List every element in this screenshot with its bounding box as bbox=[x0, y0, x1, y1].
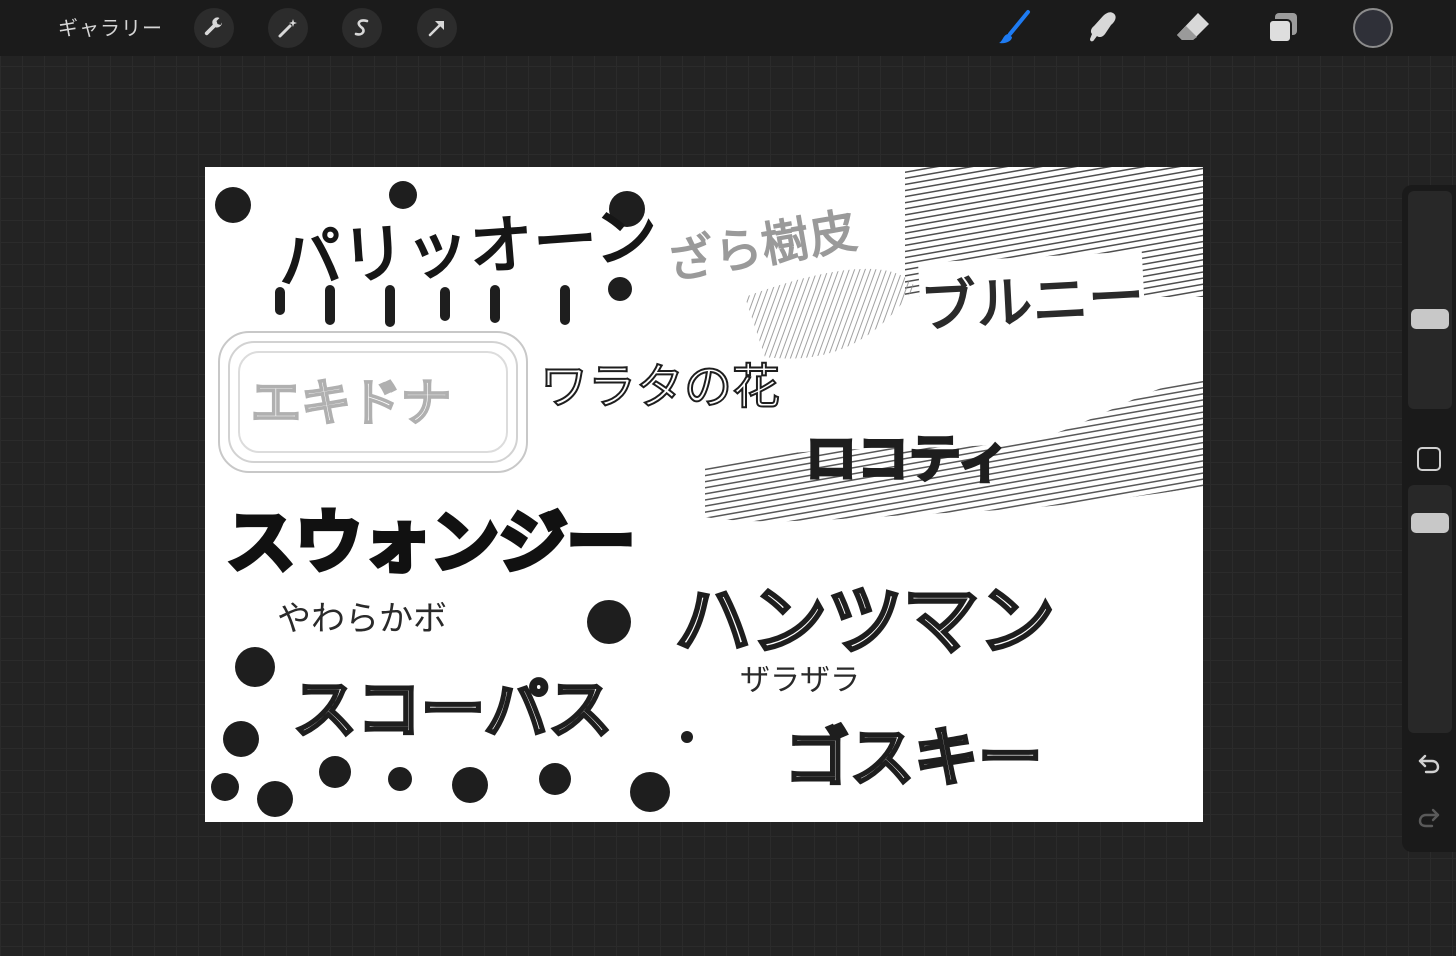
selection-button[interactable] bbox=[342, 8, 382, 48]
layers-icon bbox=[1268, 13, 1297, 43]
lettering-scopus: スコーパス bbox=[291, 673, 613, 750]
brush-tool[interactable] bbox=[992, 6, 1036, 50]
color-picker-button[interactable] bbox=[1353, 8, 1393, 48]
lettering-gosukii: ゴスキー bbox=[783, 721, 1043, 798]
square-modify-icon[interactable] bbox=[1417, 447, 1441, 471]
brush-size-slider[interactable] bbox=[1408, 191, 1452, 409]
lettering-yawarakabo: やわらかボ bbox=[277, 599, 447, 639]
actions-button[interactable] bbox=[194, 8, 234, 48]
redo-icon bbox=[1418, 808, 1440, 828]
eraser-icon bbox=[1177, 13, 1209, 40]
opacity-thumb[interactable] bbox=[1411, 513, 1449, 533]
undo-icon bbox=[1418, 754, 1440, 774]
smudge-icon bbox=[1090, 12, 1116, 42]
selection-s-icon bbox=[354, 19, 369, 36]
opacity-slider[interactable] bbox=[1408, 485, 1452, 733]
lettering-rokoti: ロコティ bbox=[804, 429, 1012, 492]
adjustments-button[interactable] bbox=[268, 8, 308, 48]
lettering-waratah: ワラタの花 bbox=[539, 358, 781, 416]
lettering-swansea: スウォンジー bbox=[224, 502, 637, 586]
brush-sidebar bbox=[1402, 185, 1456, 852]
transform-button[interactable] bbox=[417, 8, 457, 48]
brush-icon bbox=[999, 10, 1030, 44]
brush-size-thumb[interactable] bbox=[1411, 309, 1449, 329]
smudge-tool[interactable] bbox=[1081, 6, 1125, 50]
lettering-zarazara: ザラザラ bbox=[740, 663, 860, 698]
redo-button[interactable] bbox=[1415, 803, 1443, 831]
magic-wand-icon bbox=[278, 19, 297, 38]
move-arrow-icon bbox=[428, 21, 444, 37]
layers-tool[interactable] bbox=[1261, 6, 1305, 50]
lettering-huntsman: ハンツマン bbox=[674, 575, 1057, 667]
gallery-button[interactable]: ギャラリー bbox=[58, 13, 163, 43]
drawing-canvas[interactable]: パリッオーン ざら樹皮 ブルニー エキドナ ワラタの花 ロコティ スウォンジー … bbox=[205, 167, 1203, 822]
undo-button[interactable] bbox=[1415, 749, 1443, 777]
lettering-burunii: ブルニー bbox=[918, 251, 1146, 344]
wrench-icon bbox=[204, 17, 222, 36]
top-toolbar: ギャラリー bbox=[0, 0, 1456, 56]
eraser-tool[interactable] bbox=[1171, 6, 1215, 50]
lettering-echidna: エキドナ bbox=[250, 373, 452, 433]
